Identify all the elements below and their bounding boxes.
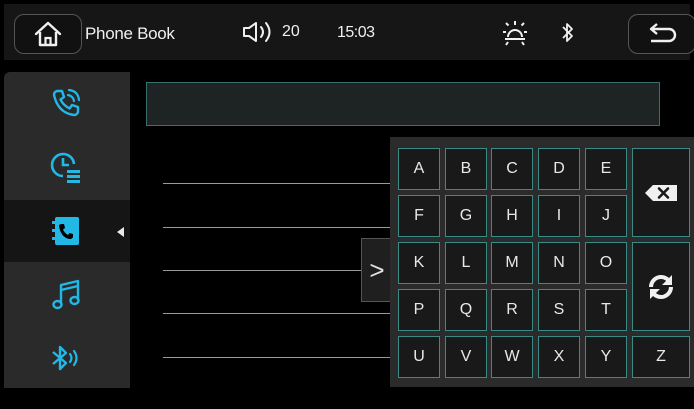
key-z[interactable]: Z — [632, 336, 690, 378]
switch-input-icon — [649, 274, 673, 299]
bluetooth-icon — [562, 23, 573, 42]
call-history-icon — [50, 152, 80, 183]
bluetooth-status — [560, 20, 576, 51]
key-x[interactable]: X — [538, 336, 580, 378]
clock: 15:03 — [337, 24, 375, 41]
key-p[interactable]: P — [398, 289, 440, 331]
key-y[interactable]: Y — [585, 336, 627, 378]
sidebar — [4, 72, 130, 388]
key-k[interactable]: K — [398, 242, 440, 284]
music-icon — [52, 279, 80, 310]
top-bar: Phone Book 20 15:03 — [4, 4, 694, 60]
backspace-icon — [645, 184, 677, 201]
keyboard-collapse-button[interactable]: > — [361, 238, 393, 302]
list-item[interactable] — [163, 183, 398, 184]
brightness-icon — [503, 21, 527, 46]
key-s[interactable]: S — [538, 289, 580, 331]
phonebook-screen: Phone Book 20 15:03 > A B C D E F G H I … — [0, 0, 694, 409]
phone-call-icon — [52, 88, 81, 117]
key-f[interactable]: F — [398, 195, 440, 237]
home-button[interactable] — [14, 14, 82, 54]
back-icon — [649, 23, 677, 43]
list-item[interactable] — [163, 227, 398, 228]
key-l[interactable]: L — [445, 242, 487, 284]
speaker-icon — [243, 22, 271, 42]
key-w[interactable]: W — [491, 336, 533, 378]
list-item[interactable] — [163, 357, 398, 358]
back-button[interactable] — [628, 14, 694, 54]
key-h[interactable]: H — [491, 195, 533, 237]
key-q[interactable]: Q — [445, 289, 487, 331]
backspace-key[interactable] — [632, 148, 690, 237]
volume-indicator[interactable]: 20 — [242, 21, 300, 43]
list-item[interactable] — [163, 313, 398, 314]
key-e[interactable]: E — [585, 148, 627, 190]
volume-level: 20 — [282, 23, 300, 40]
key-o[interactable]: O — [585, 242, 627, 284]
letter-keyboard: A B C D E F G H I J K L M N O P Q R S T … — [390, 137, 694, 387]
key-i[interactable]: I — [538, 195, 580, 237]
key-a[interactable]: A — [398, 148, 440, 190]
active-indicator — [117, 227, 124, 237]
key-b[interactable]: B — [445, 148, 487, 190]
key-m[interactable]: M — [491, 242, 533, 284]
key-g[interactable]: G — [445, 195, 487, 237]
key-t[interactable]: T — [585, 289, 627, 331]
sidebar-item-dialer[interactable] — [4, 72, 130, 134]
sidebar-item-music[interactable] — [4, 264, 130, 326]
sidebar-item-call-history[interactable] — [4, 136, 130, 198]
bluetooth-audio-icon — [52, 345, 78, 371]
search-input[interactable] — [146, 82, 660, 126]
key-c[interactable]: C — [491, 148, 533, 190]
key-d[interactable]: D — [538, 148, 580, 190]
key-j[interactable]: J — [585, 195, 627, 237]
key-n[interactable]: N — [538, 242, 580, 284]
home-icon — [34, 21, 62, 47]
key-v[interactable]: V — [445, 336, 487, 378]
sidebar-item-bluetooth-audio[interactable] — [4, 328, 130, 390]
switch-input-key[interactable] — [632, 242, 690, 331]
key-r[interactable]: R — [491, 289, 533, 331]
brightness-button[interactable] — [499, 18, 531, 55]
key-u[interactable]: U — [398, 336, 440, 378]
contacts-icon — [52, 217, 79, 245]
page-title: Phone Book — [85, 24, 175, 43]
sidebar-item-phone-book[interactable] — [4, 200, 130, 262]
